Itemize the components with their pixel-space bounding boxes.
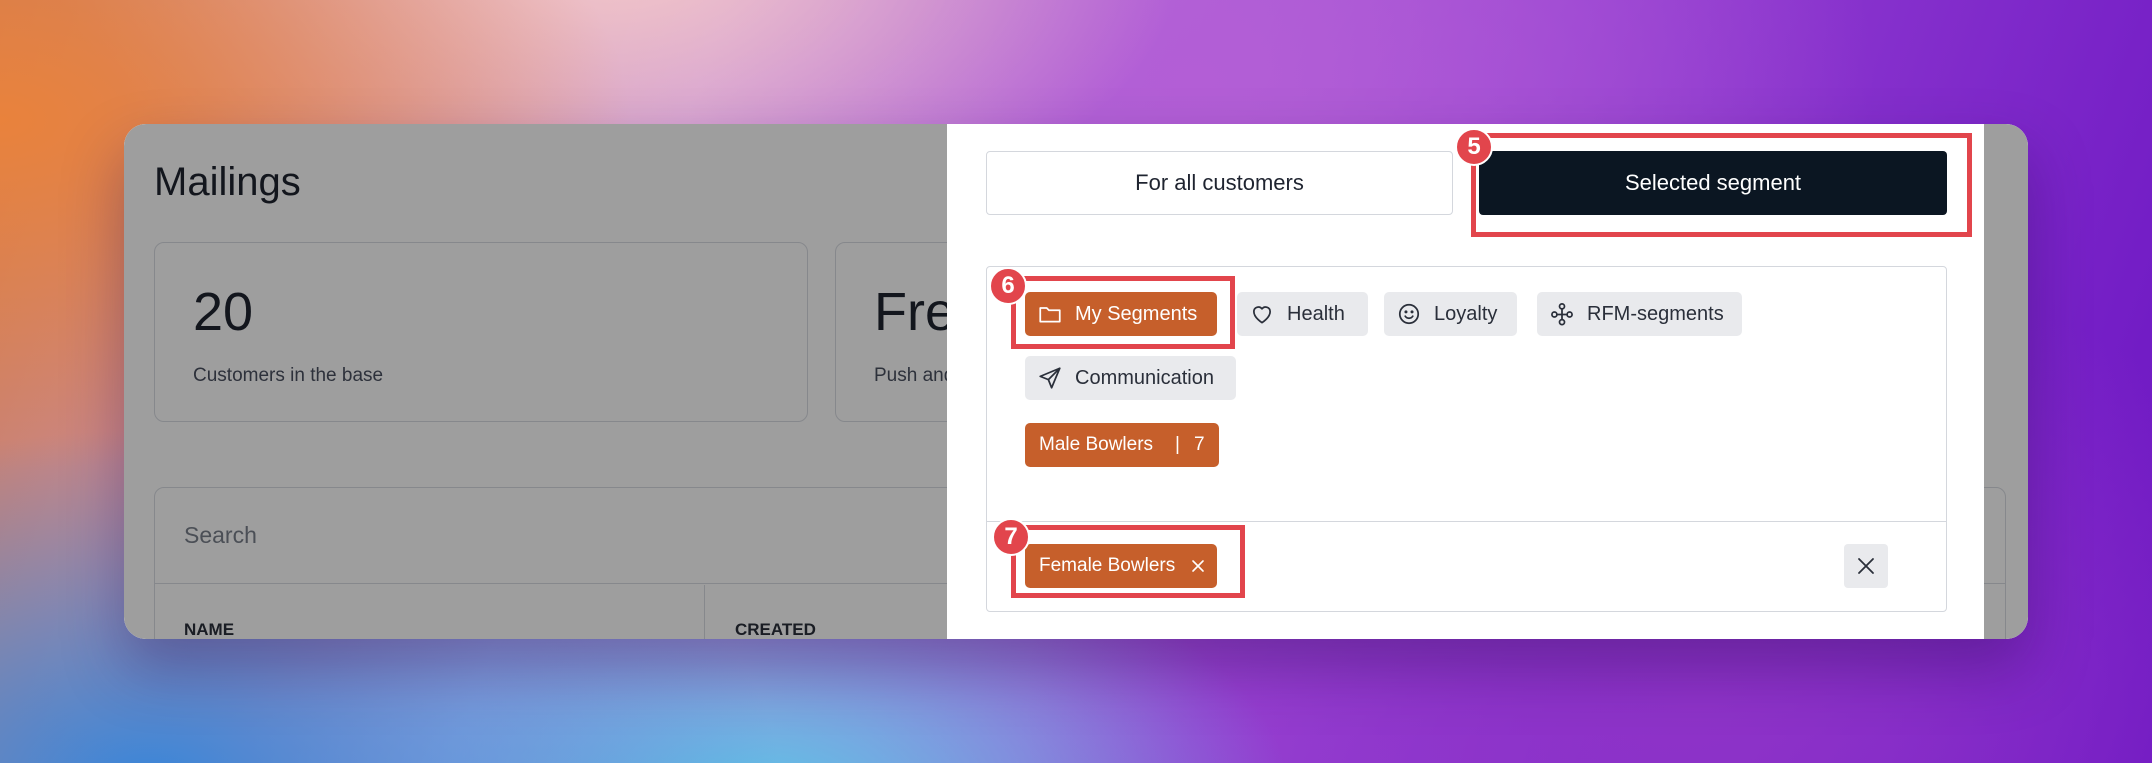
app-window: Mailings 20 Customers in the base Fre Pu… — [124, 124, 2028, 639]
close-icon — [1858, 558, 1874, 574]
segment-male-bowlers[interactable]: Male Bowlers | 7 — [1025, 423, 1219, 467]
highlight-female-bowlers — [1011, 525, 1245, 598]
highlight-my-segments — [1011, 276, 1235, 349]
send-icon — [1039, 367, 1061, 389]
smile-icon — [1398, 303, 1420, 325]
step-marker-5: 5 — [1455, 128, 1493, 166]
segment-separator: | — [1175, 434, 1180, 455]
segment-name: Male Bowlers — [1039, 434, 1154, 455]
highlight-selected-segment — [1471, 133, 1972, 237]
step-marker-6: 6 — [989, 267, 1027, 305]
step-marker-7: 7 — [992, 518, 1030, 556]
tab-health[interactable]: Health — [1237, 292, 1368, 336]
tab-label: Health — [1287, 302, 1345, 325]
tab-label: Communication — [1075, 366, 1214, 389]
tab-rfm-segments[interactable]: RFM-segments — [1537, 292, 1742, 336]
for-all-customers-button[interactable]: For all customers — [986, 151, 1453, 215]
tab-label: RFM-segments — [1587, 302, 1724, 325]
clear-selection-button[interactable] — [1844, 544, 1888, 588]
segment-count: 7 — [1193, 434, 1205, 455]
tab-communication[interactable]: Communication — [1025, 356, 1236, 400]
tab-label: Loyalty — [1434, 302, 1498, 325]
tab-loyalty[interactable]: Loyalty — [1384, 292, 1517, 336]
network-icon — [1551, 303, 1573, 326]
heart-icon — [1253, 306, 1271, 324]
